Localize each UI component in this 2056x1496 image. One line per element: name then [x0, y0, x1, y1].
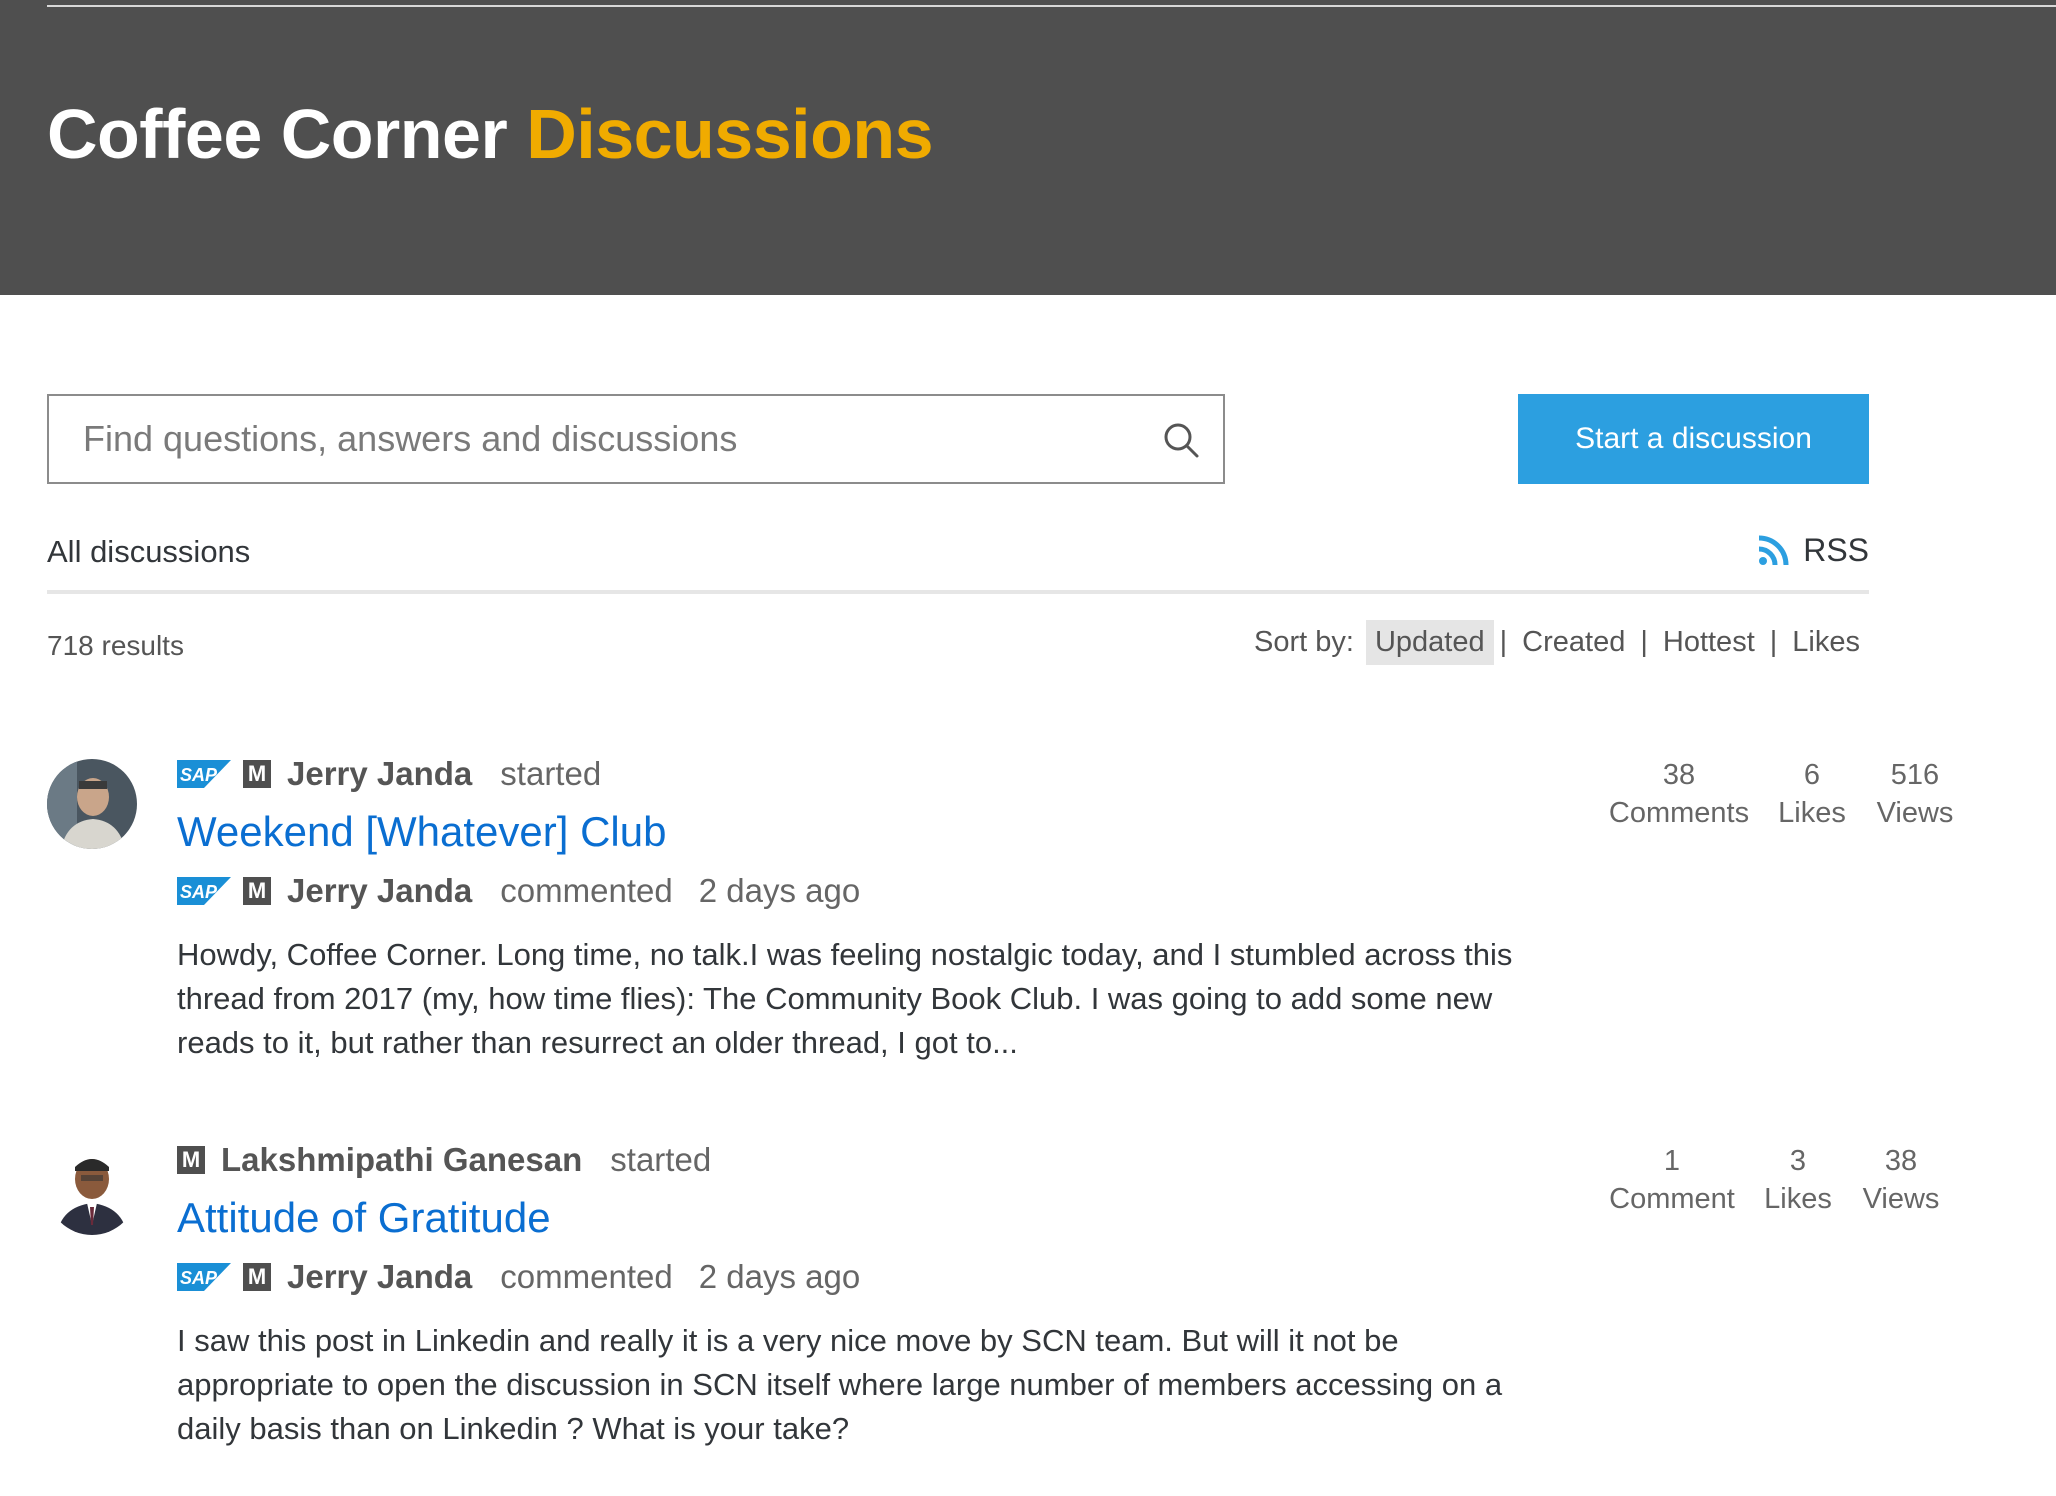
sort-option-created[interactable]: Created — [1513, 620, 1634, 665]
last-activity-meta: SAP M Jerry Janda commented 2 days ago — [177, 1258, 860, 1296]
sort-option-updated[interactable]: Updated — [1365, 620, 1494, 665]
page-title: Coffee Corner Discussions — [47, 92, 934, 176]
starter-meta: SAP M Jerry Janda started — [177, 755, 627, 793]
comments-count: 1 — [1663, 1145, 1681, 1177]
comments-label: Comment — [1609, 1183, 1735, 1215]
discussion-title-link[interactable]: Attitude of Gratitude — [177, 1194, 551, 1242]
all-discussions-label: All discussions — [47, 534, 251, 569]
activity-time: 2 days ago — [698, 1258, 861, 1295]
avatar-image — [47, 759, 137, 849]
likes-stat: 6 Likes — [1772, 756, 1852, 832]
avatar[interactable] — [47, 1145, 137, 1235]
start-discussion-button[interactable]: Start a discussion — [1518, 394, 1869, 484]
activity-verb: commented — [500, 872, 673, 909]
svg-text:SAP: SAP — [180, 765, 218, 785]
comments-count: 38 — [1662, 759, 1696, 791]
page-title-accent: Discussions — [526, 95, 934, 173]
discussion-title-link[interactable]: Weekend [Whatever] Club — [177, 808, 666, 856]
last-activity-meta: SAP M Jerry Janda commented 2 days ago — [177, 872, 860, 910]
page-title-main: Coffee Corner — [47, 95, 508, 173]
filter-divider — [47, 590, 1869, 594]
sap-badge-icon: SAP — [177, 1263, 231, 1291]
views-label: Views — [1876, 797, 1954, 829]
starter-meta: M Lakshmipathi Ganesan started — [177, 1141, 737, 1179]
author-name[interactable]: Jerry Janda — [287, 755, 472, 793]
likes-label: Likes — [1778, 797, 1846, 829]
moderator-badge: M — [243, 760, 271, 788]
likes-stat: 3 Likes — [1758, 1142, 1838, 1218]
avatar-image — [47, 1145, 137, 1235]
moderator-badge: M — [243, 877, 271, 905]
discussion-excerpt: Howdy, Coffee Corner. Long time, no talk… — [177, 937, 1513, 1060]
svg-text:SAP: SAP — [180, 1268, 218, 1288]
search-input[interactable] — [83, 396, 1113, 482]
banner-top-line — [47, 5, 2056, 7]
comments-stat: 1 Comment — [1604, 1142, 1740, 1218]
sort-option-hottest[interactable]: Hottest — [1654, 620, 1764, 665]
likes-count: 6 — [1803, 759, 1821, 791]
views-stat: 38 Views — [1856, 1142, 1946, 1218]
page-banner: Coffee Corner Discussions — [0, 0, 2056, 295]
sort-separator: | — [1499, 626, 1508, 658]
results-count: 718 results — [47, 630, 184, 661]
avatar[interactable] — [47, 759, 137, 849]
activity-time: 2 days ago — [698, 872, 861, 909]
author-name[interactable]: Lakshmipathi Ganesan — [221, 1141, 582, 1179]
likes-count: 3 — [1789, 1145, 1807, 1177]
activity-verb: commented — [500, 1258, 673, 1295]
sap-badge-icon: SAP — [177, 877, 231, 905]
sort-separator: | — [1769, 626, 1778, 658]
moderator-badge: M — [243, 1263, 271, 1291]
likes-label: Likes — [1764, 1183, 1832, 1215]
views-stat: 516 Views — [1870, 756, 1960, 832]
activity-verb: started — [500, 755, 602, 792]
views-count: 516 — [1890, 759, 1940, 791]
sort-separator: | — [1640, 626, 1648, 658]
page: Coffee Corner Discussions Start a discus… — [0, 0, 2056, 1496]
author-name[interactable]: Jerry Janda — [287, 872, 472, 910]
sap-badge-icon: SAP — [177, 760, 231, 788]
discussion-excerpt: I saw this post in Linkedin and really i… — [177, 1323, 1503, 1446]
rss-icon — [1758, 535, 1789, 565]
search-icon[interactable] — [1161, 420, 1201, 460]
moderator-badge: M — [177, 1146, 205, 1174]
comments-label: Comments — [1608, 797, 1750, 829]
sort-option-likes[interactable]: Likes — [1783, 620, 1869, 665]
author-name[interactable]: Jerry Janda — [287, 1258, 472, 1296]
activity-verb: started — [610, 1141, 712, 1178]
sort-bar: Sort by: Updated | Created | Hottest | L… — [1254, 620, 1869, 665]
sort-label: Sort by: — [1254, 626, 1354, 658]
views-label: Views — [1862, 1183, 1940, 1215]
search-box — [47, 394, 1225, 484]
rss-label: RSS — [1803, 532, 1869, 568]
rss-link[interactable]: RSS — [1757, 532, 1869, 569]
comments-stat: 38 Comments — [1604, 756, 1754, 832]
svg-text:SAP: SAP — [180, 882, 218, 902]
views-count: 38 — [1884, 1145, 1918, 1177]
